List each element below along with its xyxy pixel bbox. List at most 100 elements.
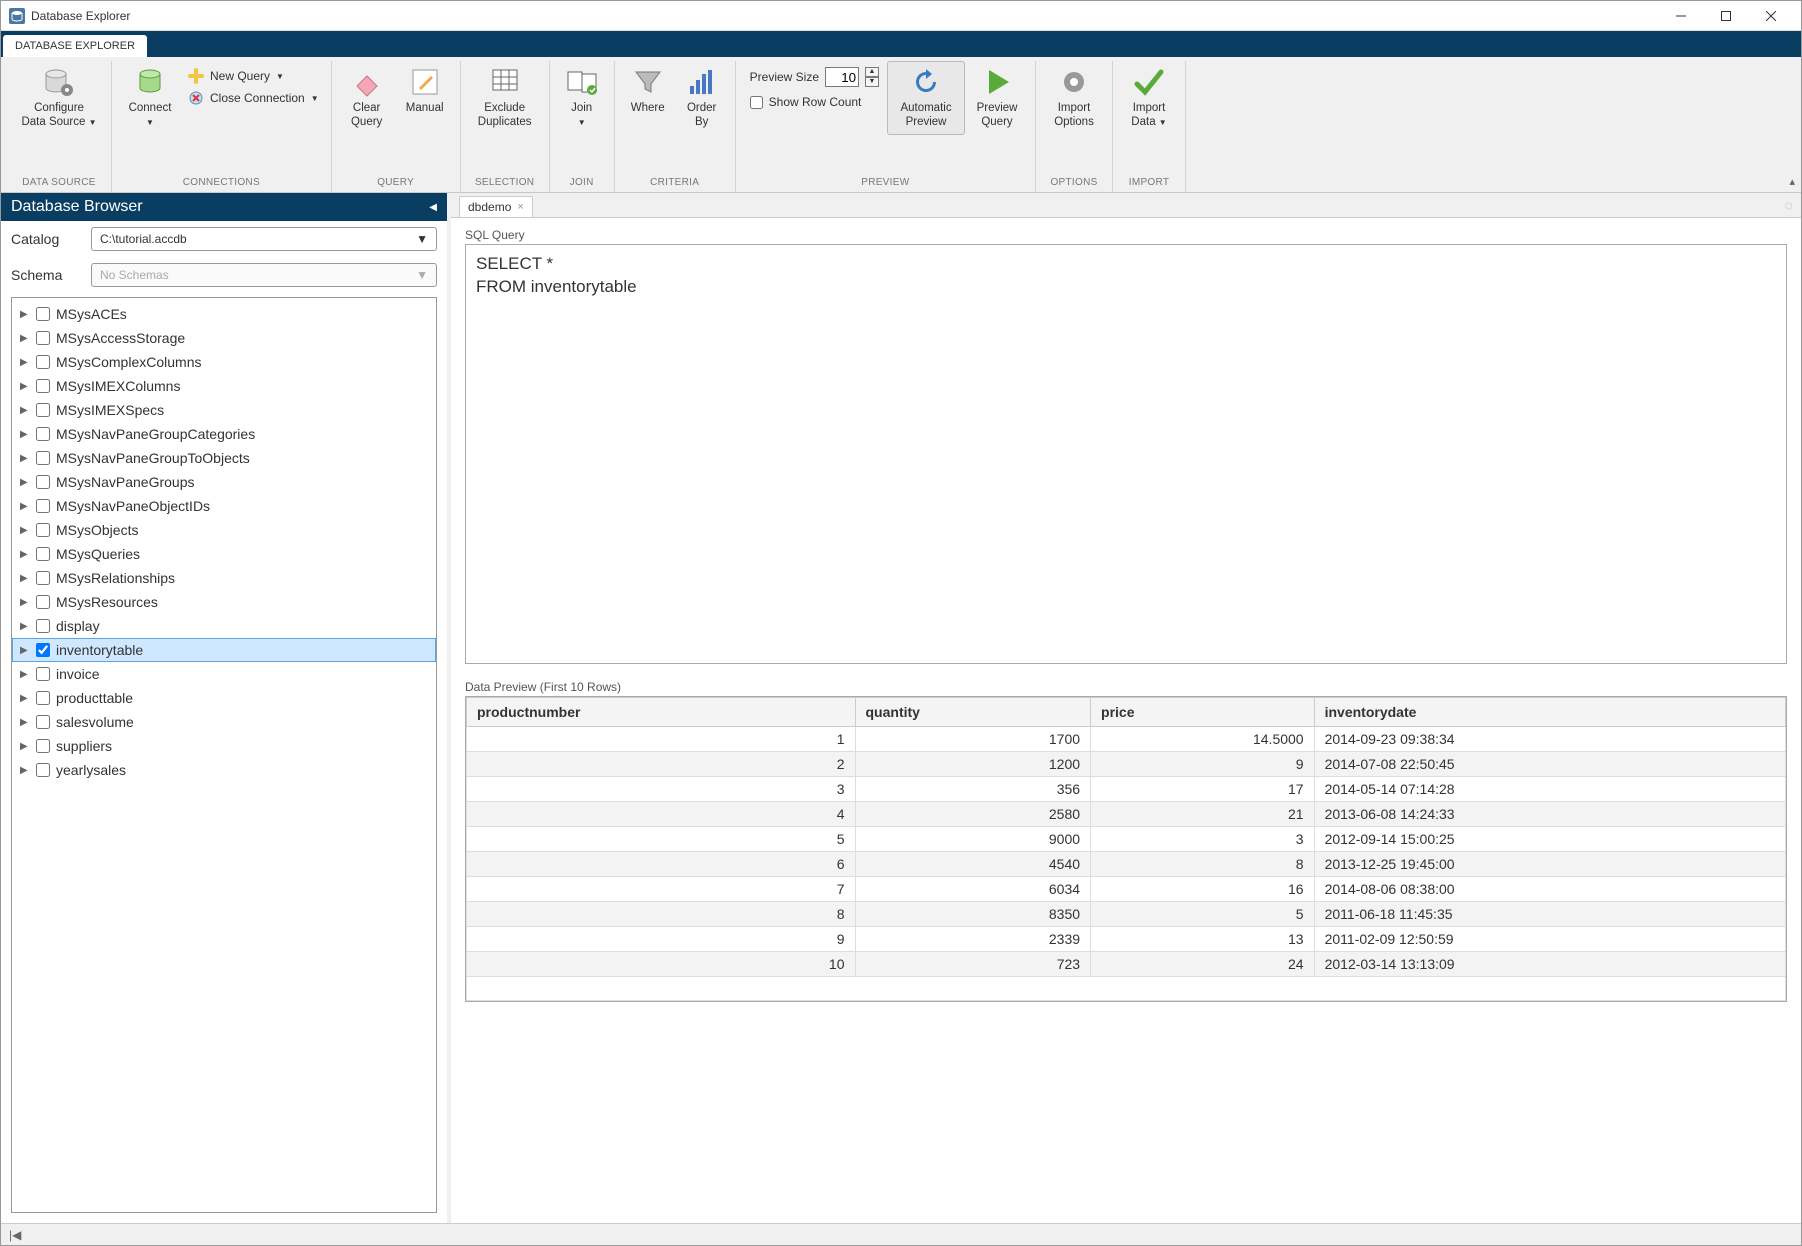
expand-icon[interactable]: ▶ (20, 453, 30, 464)
expand-icon[interactable]: ▶ (20, 405, 30, 416)
import-data-button[interactable]: Import Data ▼ (1119, 61, 1179, 135)
tree-item-MSysQueries[interactable]: ▶MSysQueries (12, 542, 436, 566)
expand-icon[interactable]: ▶ (20, 429, 30, 440)
tree-item-inventorytable[interactable]: ▶inventorytable (12, 638, 436, 662)
table-checkbox[interactable] (36, 595, 50, 609)
expand-icon[interactable]: ▶ (20, 573, 30, 584)
table-checkbox[interactable] (36, 475, 50, 489)
catalog-combo[interactable]: C:\tutorial.accdb ▼ (91, 227, 437, 251)
expand-icon[interactable]: ▶ (20, 597, 30, 608)
tab-database-explorer[interactable]: DATABASE EXPLORER (3, 35, 147, 57)
close-button[interactable] (1748, 1, 1793, 30)
minimize-button[interactable] (1658, 1, 1703, 30)
sidebar-collapse-icon[interactable]: ◀ (429, 202, 437, 213)
table-row[interactable]: 8835052011-06-18 11:45:35 (467, 902, 1786, 927)
tree-item-invoice[interactable]: ▶invoice (12, 662, 436, 686)
expand-icon[interactable]: ▶ (20, 381, 30, 392)
table-row[interactable]: 5900032012-09-14 15:00:25 (467, 827, 1786, 852)
tab-dbdemo[interactable]: dbdemo × (459, 196, 533, 217)
table-row[interactable]: 92339132011-02-09 12:50:59 (467, 927, 1786, 952)
tree-item-MSysRelationships[interactable]: ▶MSysRelationships (12, 566, 436, 590)
table-checkbox[interactable] (36, 571, 50, 585)
expand-icon[interactable]: ▶ (20, 765, 30, 776)
tree-item-MSysNavPaneGroups[interactable]: ▶MSysNavPaneGroups (12, 470, 436, 494)
connect-button[interactable]: Connect ▼ (118, 61, 182, 132)
table-checkbox[interactable] (36, 523, 50, 537)
tree-item-MSysACEs[interactable]: ▶MSysACEs (12, 302, 436, 326)
exclude-duplicates-button[interactable]: Exclude Duplicates (467, 61, 543, 135)
expand-icon[interactable]: ▶ (20, 645, 30, 656)
table-checkbox[interactable] (36, 643, 50, 657)
automatic-preview-button[interactable]: Automatic Preview (887, 61, 965, 135)
table-checkbox[interactable] (36, 427, 50, 441)
table-row[interactable]: 76034162014-08-06 08:38:00 (467, 877, 1786, 902)
table-checkbox[interactable] (36, 355, 50, 369)
tree-item-producttable[interactable]: ▶producttable (12, 686, 436, 710)
table-checkbox[interactable] (36, 691, 50, 705)
tabs-options-icon[interactable]: ◌ (1785, 197, 1793, 213)
table-checkbox[interactable] (36, 379, 50, 393)
tree-item-MSysIMEXColumns[interactable]: ▶MSysIMEXColumns (12, 374, 436, 398)
expand-icon[interactable]: ▶ (20, 309, 30, 320)
maximize-button[interactable] (1703, 1, 1748, 30)
data-preview-table[interactable]: productnumberquantitypriceinventorydate 1… (465, 696, 1787, 1002)
preview-size-spinner[interactable]: ▲▼ (865, 67, 879, 87)
tree-item-yearlysales[interactable]: ▶yearlysales (12, 758, 436, 782)
join-button[interactable]: Join ▼ (556, 61, 608, 132)
import-options-button[interactable]: Import Options (1042, 61, 1106, 135)
show-row-count-checkbox[interactable] (750, 96, 763, 109)
expand-icon[interactable]: ▶ (20, 717, 30, 728)
tree-item-MSysIMEXSpecs[interactable]: ▶MSysIMEXSpecs (12, 398, 436, 422)
manual-button[interactable]: Manual (396, 61, 454, 121)
table-row[interactable]: 10723242012-03-14 13:13:09 (467, 952, 1786, 977)
close-connection-button[interactable]: Close Connection ▼ (182, 87, 325, 109)
expand-icon[interactable]: ▶ (20, 477, 30, 488)
where-button[interactable]: Where (621, 61, 675, 121)
tree-item-MSysObjects[interactable]: ▶MSysObjects (12, 518, 436, 542)
table-row[interactable]: 3356172014-05-14 07:14:28 (467, 777, 1786, 802)
tree-item-MSysNavPaneGroupToObjects[interactable]: ▶MSysNavPaneGroupToObjects (12, 446, 436, 470)
table-tree[interactable]: ▶MSysACEs▶MSysAccessStorage▶MSysComplexC… (11, 297, 437, 1213)
clear-query-button[interactable]: Clear Query (338, 61, 396, 135)
new-query-button[interactable]: New Query ▼ (182, 65, 325, 87)
collapse-ribbon-button[interactable]: ▴ (1789, 175, 1795, 188)
table-checkbox[interactable] (36, 499, 50, 513)
expand-icon[interactable]: ▶ (20, 693, 30, 704)
expand-icon[interactable]: ▶ (20, 357, 30, 368)
preview-query-button[interactable]: Preview Query (965, 61, 1029, 135)
table-checkbox[interactable] (36, 715, 50, 729)
tree-item-MSysNavPaneGroupCategories[interactable]: ▶MSysNavPaneGroupCategories (12, 422, 436, 446)
sql-query-textarea[interactable]: SELECT * FROM inventorytable (465, 244, 1787, 664)
expand-icon[interactable]: ▶ (20, 333, 30, 344)
schema-combo[interactable]: No Schemas ▼ (91, 263, 437, 287)
table-checkbox[interactable] (36, 739, 50, 753)
tree-item-MSysNavPaneObjectIDs[interactable]: ▶MSysNavPaneObjectIDs (12, 494, 436, 518)
table-checkbox[interactable] (36, 667, 50, 681)
order-by-button[interactable]: Order By (675, 61, 729, 135)
tree-item-MSysAccessStorage[interactable]: ▶MSysAccessStorage (12, 326, 436, 350)
expand-icon[interactable]: ▶ (20, 501, 30, 512)
table-row[interactable]: 2120092014-07-08 22:50:45 (467, 752, 1786, 777)
table-row[interactable]: 6454082013-12-25 19:45:00 (467, 852, 1786, 877)
column-header[interactable]: quantity (855, 698, 1091, 727)
tree-item-MSysResources[interactable]: ▶MSysResources (12, 590, 436, 614)
tree-item-suppliers[interactable]: ▶suppliers (12, 734, 436, 758)
tree-item-salesvolume[interactable]: ▶salesvolume (12, 710, 436, 734)
column-header[interactable]: price (1091, 698, 1315, 727)
expand-icon[interactable]: ▶ (20, 525, 30, 536)
column-header[interactable]: productnumber (467, 698, 856, 727)
status-rewind-icon[interactable]: |◀ (9, 1228, 21, 1242)
table-checkbox[interactable] (36, 451, 50, 465)
table-checkbox[interactable] (36, 763, 50, 777)
table-checkbox[interactable] (36, 403, 50, 417)
column-header[interactable]: inventorydate (1314, 698, 1785, 727)
tree-item-MSysComplexColumns[interactable]: ▶MSysComplexColumns (12, 350, 436, 374)
table-checkbox[interactable] (36, 331, 50, 345)
table-row[interactable]: 42580212013-06-08 14:24:33 (467, 802, 1786, 827)
expand-icon[interactable]: ▶ (20, 549, 30, 560)
table-checkbox[interactable] (36, 547, 50, 561)
expand-icon[interactable]: ▶ (20, 741, 30, 752)
close-tab-icon[interactable]: × (517, 201, 523, 213)
table-checkbox[interactable] (36, 619, 50, 633)
expand-icon[interactable]: ▶ (20, 621, 30, 632)
